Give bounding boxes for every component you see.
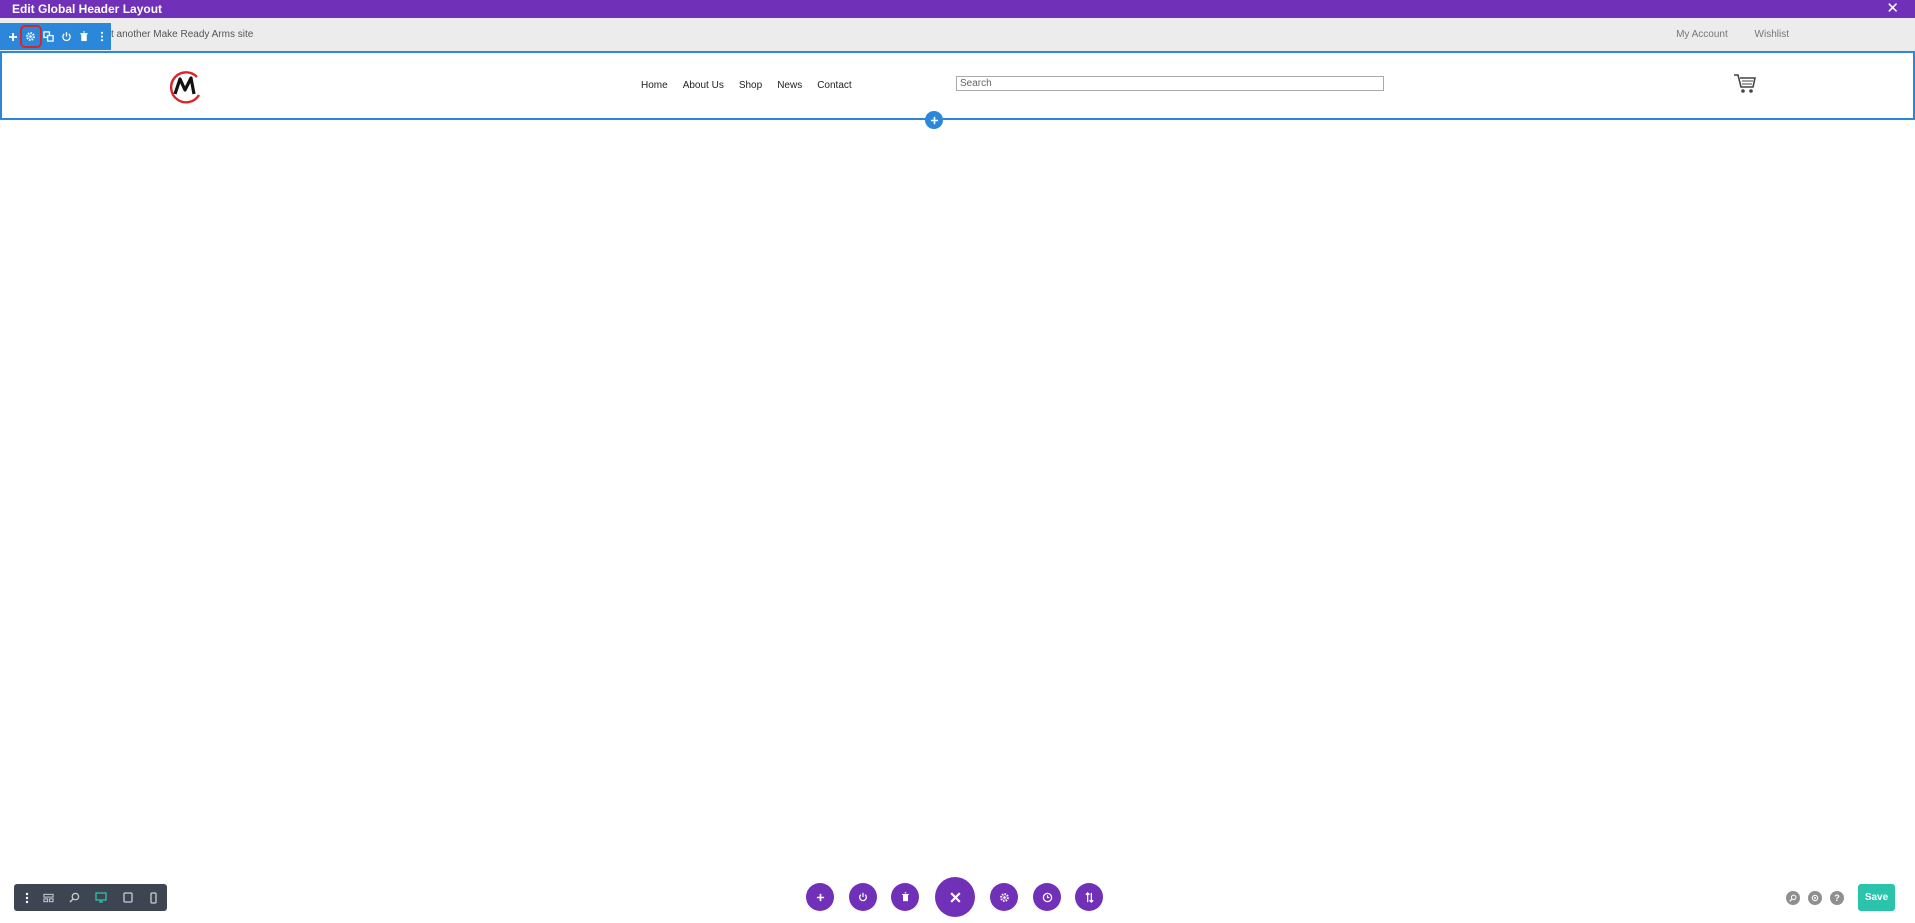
help-icon[interactable]: ? — [1830, 891, 1844, 905]
add-section-button[interactable] — [925, 111, 943, 129]
top-bar: st another Make Ready Arms site My Accou… — [0, 18, 1915, 51]
desktop-icon[interactable] — [88, 884, 114, 911]
sort-icon[interactable] — [1075, 883, 1103, 911]
plus-icon[interactable] — [4, 27, 22, 46]
site-logo[interactable] — [168, 69, 204, 105]
history-icon[interactable] — [1033, 883, 1061, 911]
wireframe-icon[interactable] — [36, 884, 62, 911]
phone-icon[interactable] — [141, 884, 167, 911]
cart-icon[interactable] — [1733, 73, 1757, 95]
tablet-icon[interactable] — [114, 884, 140, 911]
search-icon[interactable] — [1786, 891, 1800, 905]
trash-icon[interactable] — [75, 27, 93, 46]
layers-icon[interactable] — [1808, 891, 1822, 905]
wishlist-link[interactable]: Wishlist — [1755, 29, 1789, 40]
nav-contact[interactable]: Contact — [817, 80, 851, 91]
trash-icon[interactable] — [891, 883, 919, 911]
site-tagline: st another Make Ready Arms site — [106, 29, 254, 40]
close-icon[interactable]: ✕ — [1886, 0, 1899, 17]
main-nav: Home About Us Shop News Contact — [641, 53, 867, 118]
gear-icon[interactable] — [19, 25, 42, 48]
more-dots-icon[interactable] — [18, 884, 36, 911]
nav-news[interactable]: News — [777, 80, 802, 91]
gear-icon[interactable] — [990, 883, 1018, 911]
save-button[interactable]: Save — [1858, 884, 1895, 911]
my-account-link[interactable]: My Account — [1676, 29, 1728, 40]
close-icon[interactable] — [935, 877, 975, 917]
nav-home[interactable]: Home — [641, 80, 668, 91]
nav-shop[interactable]: Shop — [739, 80, 762, 91]
power-icon[interactable] — [849, 883, 877, 911]
section-toolbar — [0, 23, 111, 50]
duplicate-icon[interactable] — [40, 27, 58, 46]
nav-about-us[interactable]: About Us — [683, 80, 724, 91]
zoom-icon[interactable] — [62, 884, 88, 911]
top-links: My Account Wishlist — [1652, 18, 1789, 51]
header-section[interactable]: Home About Us Shop News Contact — [0, 51, 1915, 120]
more-dots-icon[interactable] — [93, 27, 111, 46]
add-icon[interactable] — [806, 883, 834, 911]
title-bar: Edit Global Header Layout ✕ — [0, 0, 1915, 18]
window-title: Edit Global Header Layout — [12, 2, 163, 16]
power-icon[interactable] — [57, 27, 75, 46]
search-input[interactable] — [956, 76, 1384, 91]
view-mode-bar — [14, 884, 167, 911]
